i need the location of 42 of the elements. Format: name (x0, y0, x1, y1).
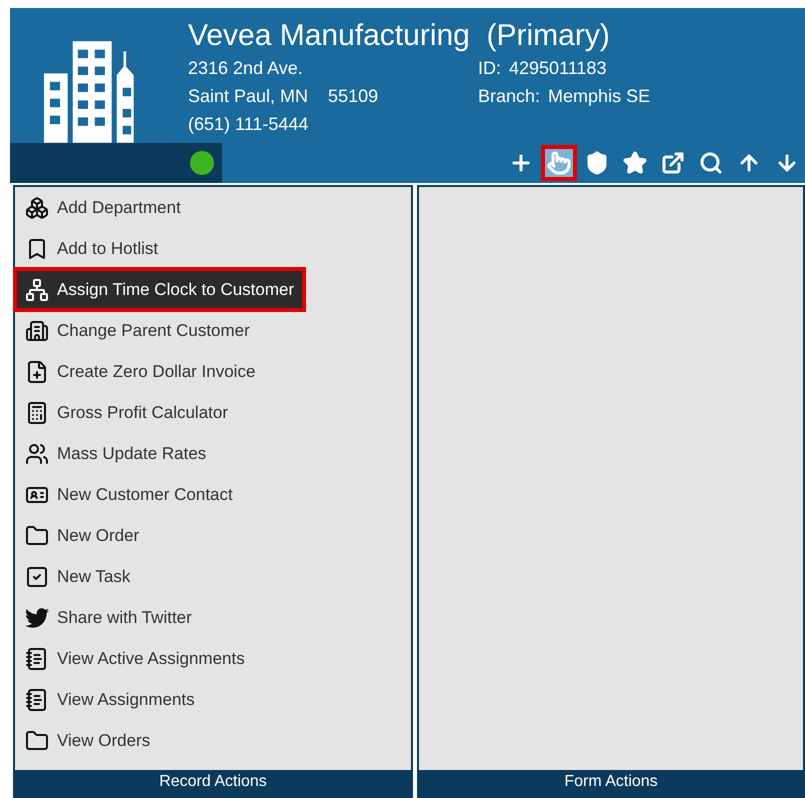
action-item[interactable]: View Orders (17, 722, 158, 759)
people-icon (25, 442, 49, 466)
address-line: 2316 2nd Ave. (188, 57, 304, 80)
calculator-icon (25, 400, 49, 424)
action-item[interactable]: Change Parent Customer (17, 312, 258, 349)
action-item[interactable]: Share with Twitter (17, 599, 200, 636)
branch-value: Memphis SE (548, 85, 650, 108)
action-item[interactable]: New Task (17, 558, 138, 595)
record-actions-title: Record Actions (159, 772, 267, 792)
folder-icon (25, 524, 49, 548)
id-value: 4295011183 (509, 57, 606, 80)
pointer-hand-icon (547, 151, 571, 175)
customer-name: Vevea Manufacturing (Primary) (188, 18, 611, 54)
branch-label: Branch: (478, 85, 540, 108)
document-plus-icon (25, 360, 49, 384)
action-item[interactable]: Create Zero Dollar Invoice (17, 353, 264, 390)
toolbar-button[interactable] (541, 145, 577, 181)
boxes-icon (25, 196, 49, 220)
action-item[interactable]: Add to Hotlist (17, 230, 166, 267)
action-item[interactable]: New Order (17, 517, 148, 554)
city-state-zip: Saint Paul, MN 55109 (188, 85, 380, 108)
action-item[interactable]: Add Department (17, 189, 189, 226)
action-item[interactable]: View Active Assignments (17, 640, 253, 677)
network-icon (25, 278, 49, 302)
action-item[interactable]: New Customer Contact (17, 476, 241, 513)
folder-icon (25, 728, 49, 752)
action-item[interactable]: Mass Update Rates (17, 435, 214, 472)
action-item[interactable]: View Assignments (17, 681, 203, 718)
search-icon (699, 151, 723, 175)
phone-number: (651) 111-5444 (188, 113, 310, 136)
shield-icon (585, 151, 609, 175)
id-label: ID: (478, 57, 502, 80)
bird-icon (25, 606, 49, 630)
action-item[interactable]: Assign Time Clock to Customer (17, 271, 302, 308)
external-link-icon (661, 151, 685, 175)
checkbox-icon (25, 564, 49, 588)
star-icon (623, 151, 647, 175)
buildings-icon (25, 318, 49, 342)
form-actions-title: Form Actions (564, 772, 658, 792)
notepad-icon (25, 688, 49, 712)
action-item[interactable]: Gross Profit Calculator (17, 394, 236, 431)
notepad-icon (25, 646, 49, 670)
